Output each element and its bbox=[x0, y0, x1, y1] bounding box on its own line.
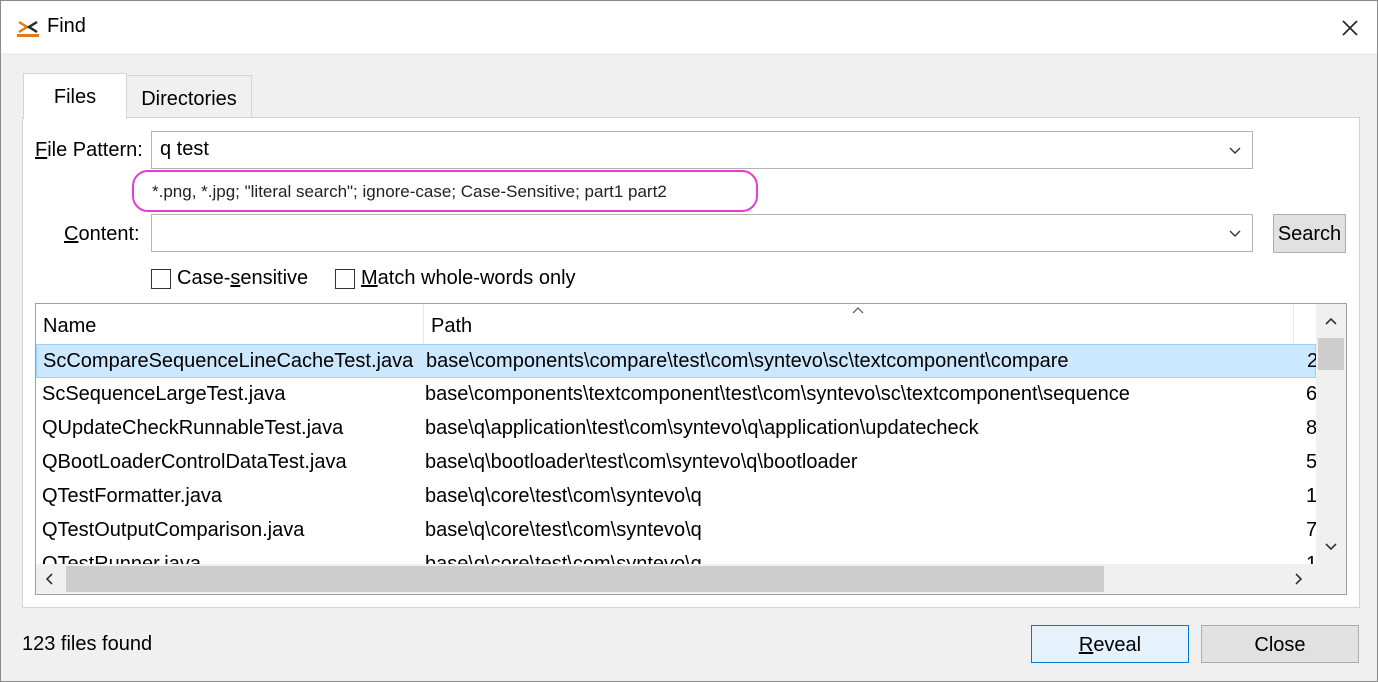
row-size-cell: 6 bbox=[1306, 383, 1316, 406]
file-pattern-input[interactable]: q test bbox=[160, 138, 209, 161]
row-size-cell: 5 bbox=[1306, 451, 1316, 474]
whole-words-label[interactable]: Match whole-words only bbox=[361, 267, 576, 290]
reveal-accel: R bbox=[1078, 634, 1094, 656]
horizontal-scrollbar[interactable] bbox=[36, 564, 1316, 594]
scroll-down-icon[interactable] bbox=[1324, 542, 1338, 552]
table-row[interactable]: QTestOutputComparison.java base\q\core\te… bbox=[36, 514, 1316, 548]
sort-ascending-icon bbox=[852, 307, 864, 314]
file-pattern-accel: F bbox=[35, 139, 48, 161]
file-pattern-label: File Pattern: bbox=[35, 139, 143, 162]
title-bar: Find bbox=[1, 1, 1377, 53]
row-size-cell: 2 bbox=[1307, 350, 1316, 373]
search-button[interactable]: Search bbox=[1273, 214, 1346, 253]
table-row[interactable]: QUpdateCheckRunnableTest.java base\q\appl… bbox=[36, 412, 1316, 446]
close-icon[interactable] bbox=[1335, 13, 1365, 43]
content-combo[interactable] bbox=[151, 214, 1253, 252]
whole-words-post: atch whole-words only bbox=[377, 267, 576, 289]
row-path-cell: base\q\core\test\com\syntevo\q bbox=[425, 519, 702, 541]
whole-words-checkbox[interactable] bbox=[335, 269, 355, 289]
row-name-cell: ScSequenceLargeTest.java bbox=[42, 383, 286, 405]
scrollbar-corner bbox=[1316, 564, 1346, 594]
row-size-cell: 1 bbox=[1306, 485, 1316, 508]
scroll-right-icon[interactable] bbox=[1294, 572, 1304, 586]
row-name-cell: QTestFormatter.java bbox=[42, 485, 223, 507]
row-path-cell: base\q\core\test\com\syntevo\q bbox=[425, 485, 702, 507]
column-header-name[interactable]: Name bbox=[36, 304, 424, 344]
horizontal-scroll-thumb[interactable] bbox=[66, 566, 1104, 592]
table-row[interactable]: QBootLoaderControlDataTest.java base\q\bo… bbox=[36, 446, 1316, 480]
row-path-cell: base\components\textcomponent\test\com\s… bbox=[425, 383, 1130, 405]
chevron-down-icon[interactable] bbox=[1228, 228, 1242, 238]
row-name-cell: QBootLoaderControlDataTest.java bbox=[42, 451, 347, 473]
vertical-scroll-thumb[interactable] bbox=[1318, 338, 1344, 370]
tab-files[interactable]: Files bbox=[23, 73, 127, 119]
row-path-cell: base\components\compare\test\com\syntevo… bbox=[426, 350, 1069, 372]
row-name-cell: QTestOutputComparison.java bbox=[42, 519, 305, 541]
find-dialog: Find Directories Files File Pattern: q t… bbox=[0, 0, 1378, 682]
results-rows: ScCompareSequenceLineCacheTest.java base\… bbox=[36, 344, 1316, 572]
tab-files-label: Files bbox=[53, 86, 97, 108]
case-sensitive-label[interactable]: Case-sensitive bbox=[177, 267, 308, 290]
tab-directories[interactable]: Directories bbox=[126, 75, 252, 118]
row-path-cell: base\q\application\test\com\syntevo\q\ap… bbox=[425, 417, 979, 439]
reveal-label-rest: eveal bbox=[1093, 634, 1142, 656]
pattern-hint-box: *.png, *.jpg; "literal search"; ignore-c… bbox=[132, 170, 758, 212]
case-sensitive-pre: Case- bbox=[177, 267, 231, 289]
window-title: Find bbox=[47, 15, 86, 37]
content-accel: C bbox=[64, 223, 79, 245]
file-pattern-combo[interactable]: q test bbox=[151, 131, 1253, 169]
case-sensitive-post: ensitive bbox=[240, 267, 309, 289]
row-size-cell: 8 bbox=[1306, 417, 1316, 440]
pattern-hint-text: *.png, *.jpg; "literal search"; ignore-c… bbox=[152, 182, 667, 201]
row-path-cell: base\q\bootloader\test\com\syntevo\q\boo… bbox=[425, 451, 858, 473]
vertical-scrollbar[interactable] bbox=[1316, 304, 1346, 572]
table-row[interactable]: QTestFormatter.java base\q\core\test\com\… bbox=[36, 480, 1316, 514]
content-label: Content: bbox=[64, 223, 140, 246]
row-size-cell: 7 bbox=[1306, 519, 1316, 542]
case-sensitive-checkbox[interactable] bbox=[151, 269, 171, 289]
file-pattern-label-rest: ile Pattern: bbox=[47, 139, 143, 161]
close-button[interactable]: Close bbox=[1201, 625, 1359, 663]
reveal-button[interactable]: Reveal bbox=[1031, 625, 1189, 663]
case-sensitive-accel: s bbox=[230, 267, 241, 289]
table-row[interactable]: ScCompareSequenceLineCacheTest.java base\… bbox=[36, 344, 1316, 378]
scroll-up-icon[interactable] bbox=[1324, 316, 1338, 326]
whole-words-accel: M bbox=[361, 267, 378, 289]
table-row[interactable]: ScSequenceLargeTest.java base\components\… bbox=[36, 378, 1316, 412]
content-label-rest: ontent: bbox=[78, 223, 140, 245]
results-table[interactable]: Name Path ScCompareSequenceLineCacheTest… bbox=[35, 303, 1347, 595]
app-logo-icon bbox=[17, 20, 39, 37]
scroll-left-icon[interactable] bbox=[44, 572, 54, 586]
status-text: 123 files found bbox=[22, 633, 153, 655]
chevron-down-icon[interactable] bbox=[1228, 145, 1242, 155]
row-name-cell: QUpdateCheckRunnableTest.java bbox=[42, 417, 344, 439]
row-name-cell: ScCompareSequenceLineCacheTest.java bbox=[43, 350, 414, 372]
tab-directories-label: Directories bbox=[141, 88, 237, 110]
